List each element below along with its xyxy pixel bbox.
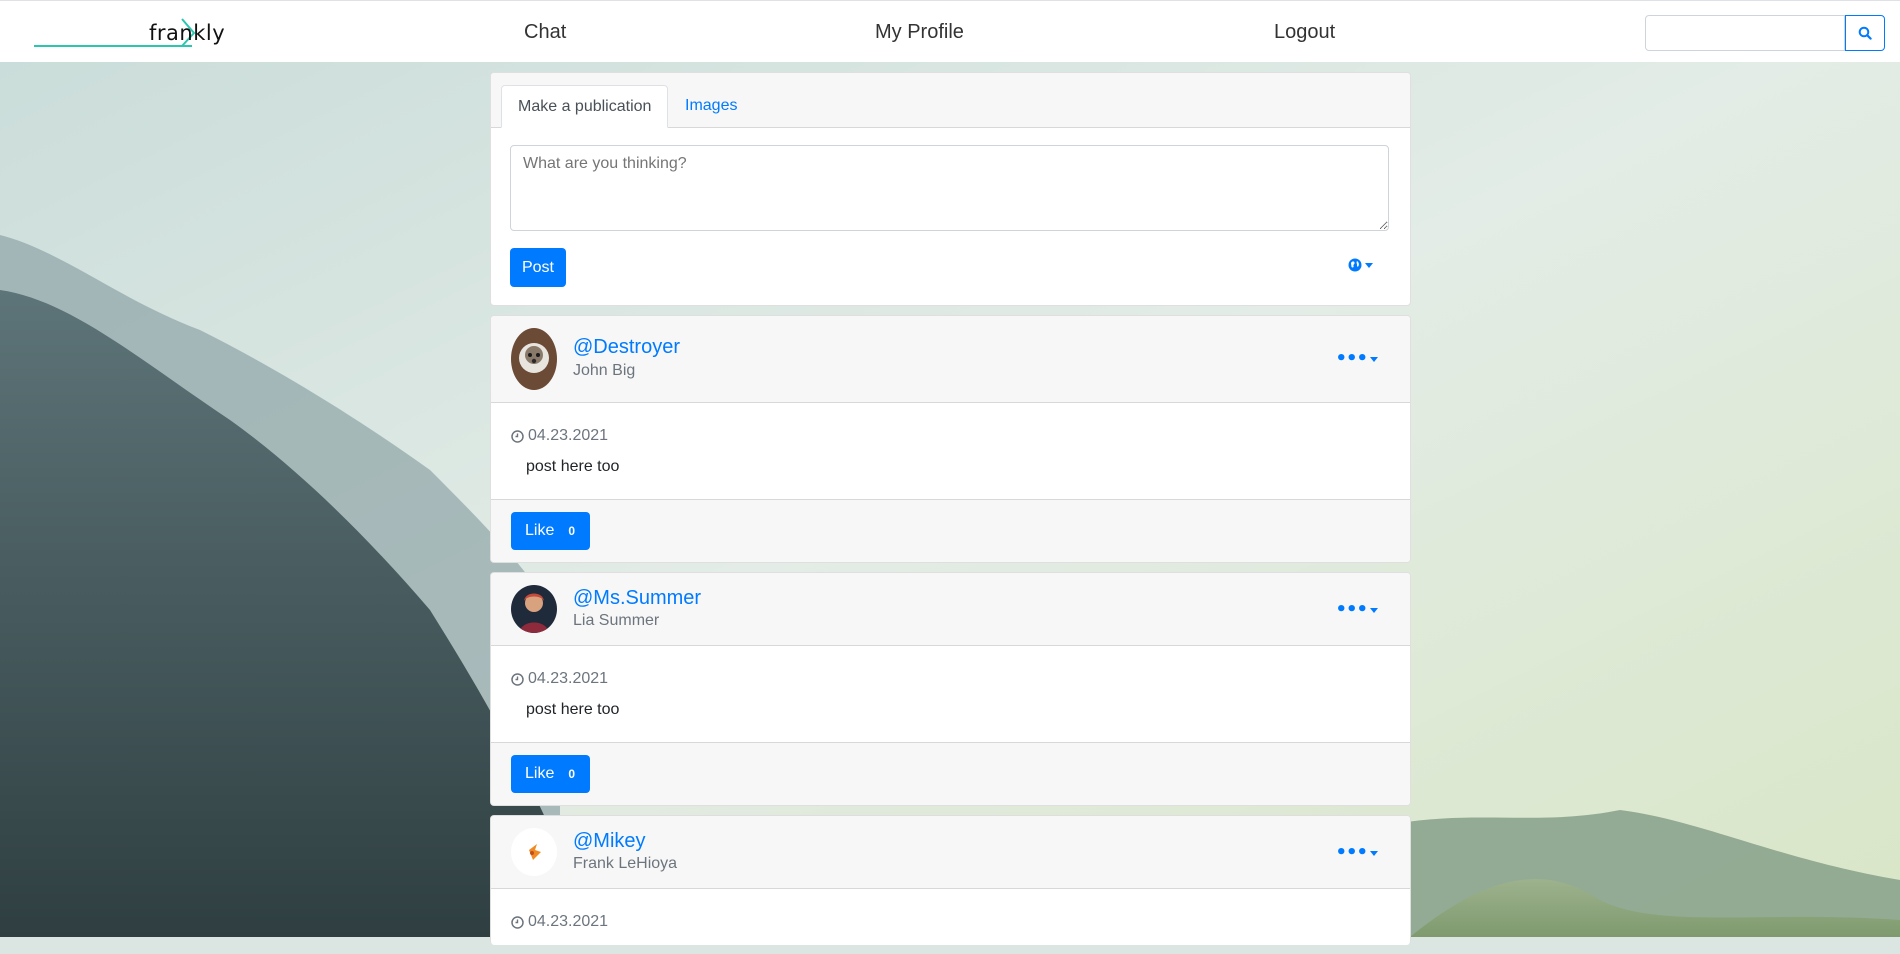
feed-column: Make a publication Images Post [490,72,1411,954]
clock-icon [511,915,524,929]
avatar[interactable] [511,328,557,390]
chevron-down-icon [1370,850,1378,856]
clock-icon [511,429,524,443]
composer-card: Make a publication Images Post [490,72,1411,306]
search-button[interactable] [1845,15,1885,51]
like-button[interactable]: Like 0 [511,755,590,793]
post-header: @Ms.Summer Lia Summer ••• [491,573,1410,646]
like-button[interactable]: Like 0 [511,512,590,550]
post-author-handle[interactable]: @Mikey [573,830,646,853]
privacy-dropdown[interactable] [1348,258,1373,272]
post-date: 04.23.2021 [511,913,608,931]
post-options-dropdown[interactable]: ••• [1335,599,1378,620]
more-icon: ••• [1335,842,1368,863]
post-author-name: Frank LeHioya [573,855,678,872]
post-button[interactable]: Post [510,248,566,287]
post-author-handle[interactable]: @Ms.Summer [573,587,701,610]
post-card: @Destroyer John Big ••• 04.23.2021 post … [490,315,1411,563]
post-body: 04.23.2021 post here too [491,646,1410,742]
post-footer: Like 0 [491,742,1410,805]
post-author-name: Lia Summer [573,612,660,629]
avatar-image [511,828,557,876]
post-date-text: 04.23.2021 [528,427,609,444]
logo-text: frankly [149,21,226,45]
more-icon: ••• [1335,348,1368,369]
nav-link-my-profile[interactable]: My Profile [875,21,964,44]
like-count-badge: 0 [568,767,576,781]
post-author-name: John Big [573,362,636,379]
avatar[interactable] [511,828,557,876]
search-icon [1858,26,1872,40]
post-footer: Like 0 [491,499,1410,562]
post-date-text: 04.23.2021 [528,670,609,687]
chevron-down-icon [1370,607,1378,613]
globe-icon [1348,258,1362,272]
like-label: Like [525,522,555,539]
more-icon: ••• [1335,599,1368,620]
publication-textarea[interactable] [510,145,1389,231]
tab-make-publication[interactable]: Make a publication [501,85,669,128]
post-body: 04.23.2021 post here too [491,403,1410,499]
post-header: @Destroyer John Big ••• [491,316,1410,403]
nav-link-chat[interactable]: Chat [524,21,566,44]
clock-icon [511,672,524,686]
navbar: frankly Chat My Profile Logout [0,0,1900,62]
post-options-dropdown[interactable]: ••• [1335,842,1378,863]
avatar-image [511,585,557,633]
avatar-image [511,328,557,390]
post-header: @Mikey Frank LeHioya ••• [491,816,1410,889]
post-date: 04.23.2021 [511,670,608,688]
post-text: post here too [526,701,620,718]
like-count-badge: 0 [568,524,576,538]
composer-tabs: Make a publication Images [491,73,1410,128]
post-card: @Mikey Frank LeHioya ••• 04.23.2021 [490,815,1411,945]
post-author-handle[interactable]: @Destroyer [573,336,680,359]
logo[interactable]: frankly [32,13,225,53]
post-date-text: 04.23.2021 [528,913,609,930]
nav-link-logout[interactable]: Logout [1274,21,1335,44]
like-label: Like [525,765,555,782]
search-input[interactable] [1645,15,1845,51]
tab-images[interactable]: Images [669,85,753,128]
chevron-down-icon [1370,356,1378,362]
post-text: post here too [526,458,620,475]
post-options-dropdown[interactable]: ••• [1335,348,1378,369]
avatar[interactable] [511,585,557,633]
post-date: 04.23.2021 [511,427,608,445]
post-card: @Ms.Summer Lia Summer ••• 04.23.2021 pos… [490,572,1411,806]
chevron-down-icon [1365,262,1373,268]
